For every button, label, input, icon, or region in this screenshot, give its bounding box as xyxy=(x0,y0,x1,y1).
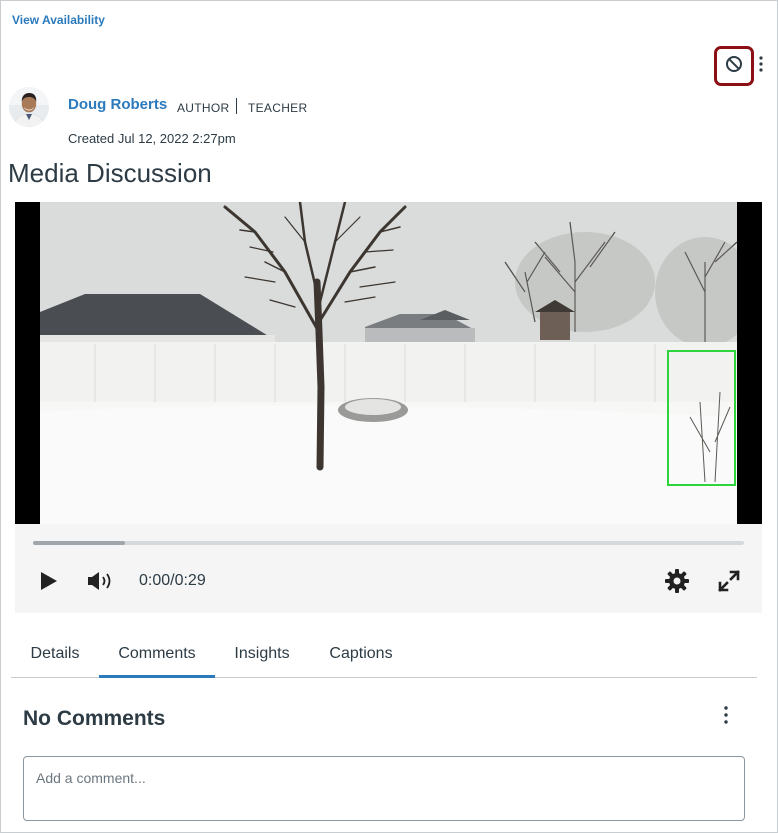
author-name-link[interactable]: Doug Roberts xyxy=(68,96,167,113)
tab-captions[interactable]: Captions xyxy=(309,634,413,678)
play-icon xyxy=(37,572,61,597)
page-title: Media Discussion xyxy=(8,158,212,188)
role-divider xyxy=(236,98,237,114)
comments-options-button[interactable] xyxy=(717,705,735,729)
kebab-icon xyxy=(724,705,728,729)
volume-icon xyxy=(86,572,116,597)
video-player[interactable] xyxy=(15,202,762,524)
tab-insights[interactable]: Insights xyxy=(215,634,309,678)
created-date: Created Jul 12, 2022 2:27pm xyxy=(68,131,236,146)
play-button[interactable] xyxy=(37,569,61,593)
media-tabs: Details Comments Insights Captions xyxy=(11,634,757,678)
tab-details[interactable]: Details xyxy=(11,634,99,678)
unpublish-icon xyxy=(725,55,743,78)
fullscreen-button[interactable] xyxy=(715,567,743,595)
media-page: View Availability Doug Roberts AUTHOR TE… xyxy=(0,0,778,833)
gear-icon xyxy=(663,569,691,599)
video-controls: 0:00/0:29 xyxy=(15,524,762,613)
fullscreen-icon xyxy=(715,570,743,599)
video-frame-image xyxy=(15,202,762,524)
progress-bar[interactable] xyxy=(33,541,744,545)
comment-input[interactable] xyxy=(23,756,745,821)
volume-button[interactable] xyxy=(86,569,116,593)
comments-heading: No Comments xyxy=(23,707,166,730)
time-display: 0:00/0:29 xyxy=(139,572,206,589)
teacher-role-badge: TEACHER xyxy=(248,101,308,115)
unpublish-button[interactable] xyxy=(714,46,754,86)
author-role-badge: AUTHOR xyxy=(177,101,230,115)
settings-button[interactable] xyxy=(663,567,691,595)
progress-buffer xyxy=(33,541,126,545)
kebab-icon xyxy=(759,55,763,77)
author-avatar[interactable] xyxy=(9,87,49,127)
tab-comments[interactable]: Comments xyxy=(99,634,215,678)
more-options-button[interactable] xyxy=(753,55,769,77)
view-availability-link[interactable]: View Availability xyxy=(12,13,105,27)
